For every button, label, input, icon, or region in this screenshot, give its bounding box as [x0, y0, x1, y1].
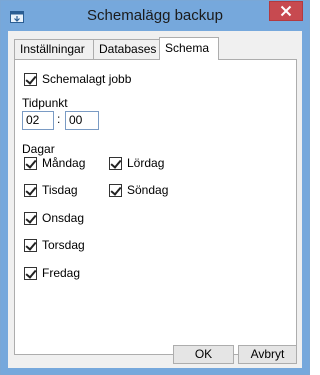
time-label: Tidpunkt [22, 96, 68, 110]
thursday-checkbox[interactable] [24, 239, 37, 252]
scheduled-job-checkbox[interactable] [24, 73, 37, 86]
hour-input[interactable]: 02 [22, 111, 54, 130]
wednesday-label: Onsdag [42, 211, 85, 225]
tab-schema[interactable]: Schema [159, 37, 219, 60]
sunday-label: Söndag [127, 183, 169, 197]
tab-label: Inställningar [20, 42, 85, 56]
tuesday-label: Tisdag [42, 183, 78, 197]
dialog-window: Schemalägg backup Inställningar Database… [0, 0, 310, 375]
dialog-content: Inställningar Databases Schema Schemalag… [8, 31, 302, 368]
close-icon [280, 5, 292, 17]
tab-label: Schema [165, 41, 210, 55]
cancel-button[interactable]: Avbryt [238, 345, 297, 364]
friday-label: Fredag [42, 266, 81, 280]
saturday-label: Lördag [127, 156, 165, 170]
schema-panel: Schemalagt jobb Tidpunkt 02 : 00 Dagar M… [14, 59, 297, 355]
sunday-checkbox[interactable] [109, 184, 122, 197]
window-title: Schemalägg backup [87, 7, 223, 24]
tab-databases[interactable]: Databases [93, 39, 163, 59]
minute-input[interactable]: 00 [65, 111, 99, 130]
tuesday-checkbox[interactable] [24, 184, 37, 197]
saturday-checkbox[interactable] [109, 157, 122, 170]
time-separator: : [57, 112, 61, 126]
scheduled-job-label: Schemalagt jobb [42, 72, 132, 86]
title-bar[interactable]: Schemalägg backup [1, 1, 309, 31]
tab-installningar[interactable]: Inställningar [14, 39, 94, 59]
ok-button[interactable]: OK [173, 345, 234, 364]
friday-checkbox[interactable] [24, 267, 37, 280]
thursday-label: Torsdag [42, 238, 85, 252]
wednesday-checkbox[interactable] [24, 212, 37, 225]
close-button[interactable] [269, 1, 303, 21]
tab-label: Databases [99, 42, 157, 56]
monday-label: Måndag [42, 156, 86, 170]
days-label: Dagar [22, 142, 55, 156]
monday-checkbox[interactable] [24, 157, 37, 170]
